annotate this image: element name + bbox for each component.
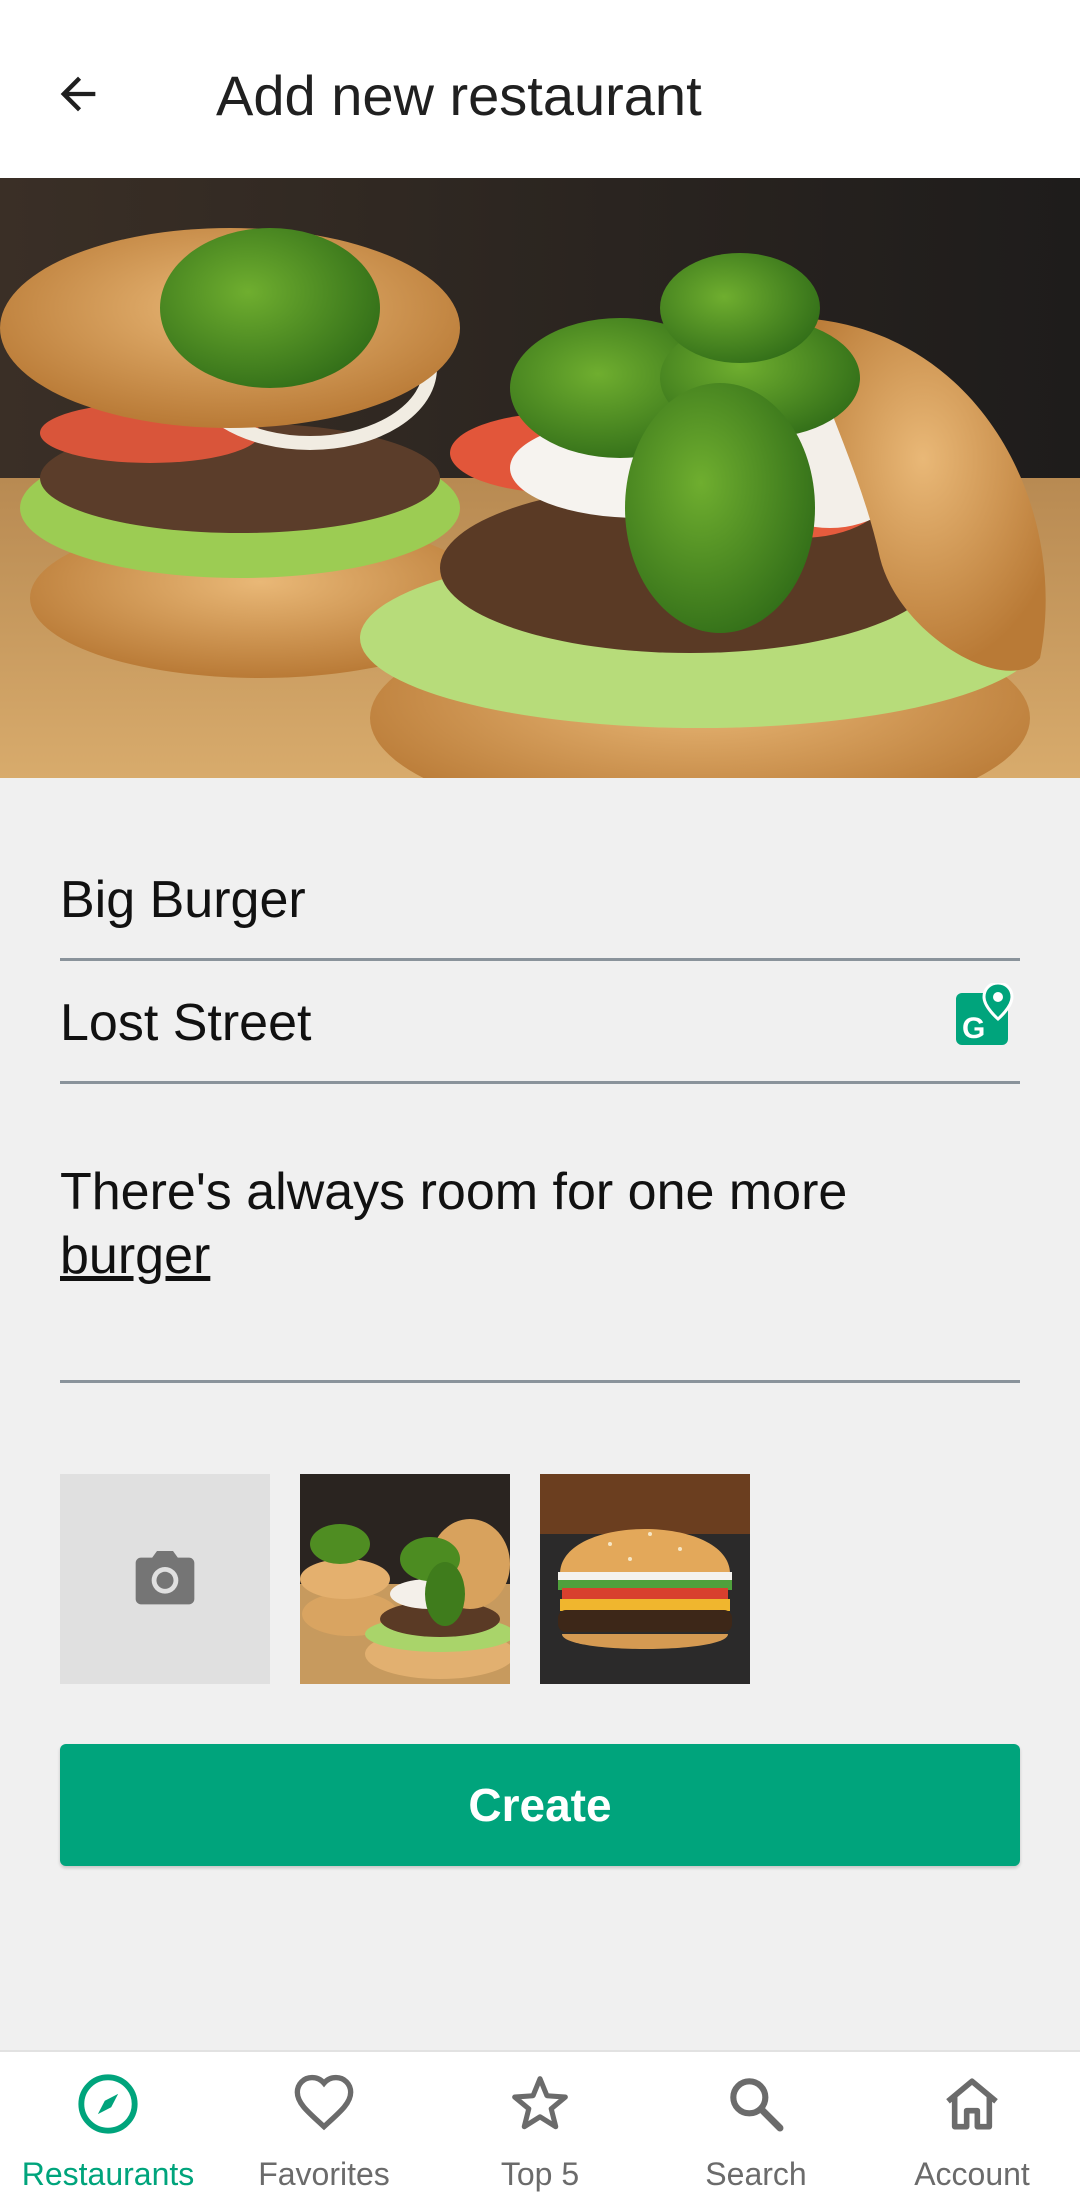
home-icon bbox=[946, 2078, 998, 2130]
page-title: Add new restaurant bbox=[216, 64, 702, 127]
description-line-1: There's always room for one more bbox=[60, 1163, 848, 1221]
restaurant-name-field[interactable]: Big Burger bbox=[60, 862, 1020, 961]
star-icon bbox=[512, 2076, 568, 2130]
photo-thumbnail[interactable] bbox=[540, 1474, 750, 1684]
top-app-bar: Add new restaurant bbox=[0, 0, 1080, 178]
burger-photo bbox=[0, 178, 1080, 778]
nav-item-account[interactable]: Account bbox=[864, 2052, 1080, 2202]
nav-label-search: Search bbox=[705, 2156, 807, 2192]
nav-label-account: Account bbox=[914, 2156, 1030, 2192]
nav-item-restaurants[interactable]: Restaurants bbox=[0, 2052, 216, 2202]
description-field[interactable]: There's always room for one more burger bbox=[60, 1160, 1020, 1383]
burger-basil-photo bbox=[300, 1474, 510, 1684]
create-button[interactable]: Create bbox=[60, 1744, 1020, 1866]
cheeseburger-photo bbox=[540, 1474, 750, 1684]
google-maps-icon[interactable]: G bbox=[956, 983, 1014, 1045]
compass-icon bbox=[78, 2074, 138, 2134]
nav-item-top5[interactable]: Top 5 bbox=[432, 2052, 648, 2202]
nav-label-top5: Top 5 bbox=[500, 2156, 580, 2192]
photo-thumbnail[interactable] bbox=[300, 1474, 510, 1684]
description-line-2: burger bbox=[60, 1227, 211, 1285]
bottom-navigation: Restaurants Favorites Top 5 Search Accou… bbox=[0, 2050, 1080, 2202]
nav-label-favorites: Favorites bbox=[258, 2156, 390, 2192]
address-field[interactable]: Lost Street G bbox=[60, 983, 1020, 1084]
heart-icon bbox=[294, 2074, 354, 2131]
nav-item-search[interactable]: Search bbox=[648, 2052, 864, 2202]
restaurant-name-value: Big Burger bbox=[60, 871, 306, 929]
hero-image[interactable] bbox=[0, 178, 1080, 778]
nav-item-favorites[interactable]: Favorites bbox=[216, 2052, 432, 2202]
camera-icon bbox=[135, 1551, 195, 1605]
arrow-back-icon bbox=[60, 76, 96, 112]
svg-text:G: G bbox=[962, 1012, 985, 1045]
address-value: Lost Street bbox=[60, 994, 312, 1052]
back-button[interactable] bbox=[40, 56, 116, 132]
add-photo-button[interactable] bbox=[60, 1474, 270, 1684]
nav-label-restaurants: Restaurants bbox=[21, 2156, 195, 2192]
search-icon bbox=[730, 2078, 784, 2132]
